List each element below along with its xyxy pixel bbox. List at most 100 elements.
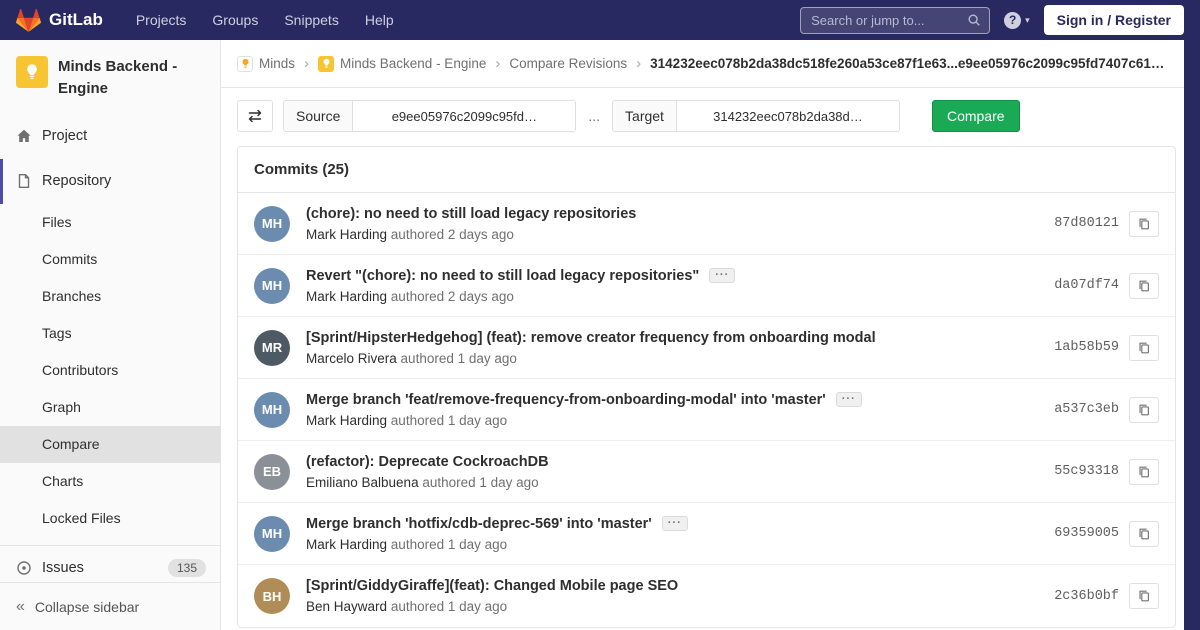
question-icon: ? bbox=[1004, 12, 1021, 29]
copy-sha-button[interactable] bbox=[1129, 521, 1159, 547]
compare-button[interactable]: Compare bbox=[932, 100, 1020, 132]
sign-in-register-button[interactable]: Sign in / Register bbox=[1044, 5, 1184, 35]
commit-row: MH Merge branch 'hotfix/cdb-deprec-569' … bbox=[238, 503, 1175, 565]
sidebar-item-branches[interactable]: Branches bbox=[0, 278, 220, 315]
sidebar-item-contributors[interactable]: Contributors bbox=[0, 352, 220, 389]
commit-author-avatar[interactable]: BH bbox=[254, 578, 290, 614]
source-ref-input[interactable] bbox=[353, 101, 575, 131]
commit-row: MH Revert "(chore): no need to still loa… bbox=[238, 255, 1175, 317]
commit-author-link[interactable]: Marcelo Rivera bbox=[306, 351, 397, 366]
expand-commit-button[interactable]: ··· bbox=[836, 392, 862, 407]
commit-title-link[interactable]: (chore): no need to still load legacy re… bbox=[306, 206, 636, 222]
commit-meta-text: authored 1 day ago bbox=[391, 599, 507, 614]
commit-author-avatar[interactable]: MH bbox=[254, 516, 290, 552]
commit-author-avatar[interactable]: MH bbox=[254, 206, 290, 242]
commit-info: (chore): no need to still load legacy re… bbox=[306, 206, 1038, 242]
clipboard-icon bbox=[1137, 589, 1151, 603]
commit-sha-link[interactable]: 69359005 bbox=[1054, 526, 1119, 541]
commit-title-link[interactable]: [Sprint/GiddyGiraffe](feat): Changed Mob… bbox=[306, 578, 678, 594]
help-dropdown[interactable]: ? ▾ bbox=[1004, 12, 1030, 29]
commit-author-link[interactable]: Mark Harding bbox=[306, 227, 387, 242]
sidebar-item-repository[interactable]: Repository bbox=[0, 159, 220, 204]
commit-sha-link[interactable]: 2c36b0bf bbox=[1054, 589, 1119, 604]
commit-author-avatar[interactable]: MH bbox=[254, 392, 290, 428]
commit-author-link[interactable]: Emiliano Balbuena bbox=[306, 475, 419, 490]
swap-revisions-button[interactable] bbox=[237, 100, 273, 132]
issues-count-badge: 135 bbox=[168, 559, 206, 577]
commits-header: Commits (25) bbox=[238, 147, 1175, 193]
sidebar-item-tags[interactable]: Tags bbox=[0, 315, 220, 352]
commit-sha-link[interactable]: a537c3eb bbox=[1054, 402, 1119, 417]
sidebar-item-label: Issues bbox=[42, 560, 84, 576]
commit-sha-group: 1ab58b59 bbox=[1054, 335, 1159, 361]
target-ref-group: Target bbox=[612, 100, 900, 132]
copy-sha-button[interactable] bbox=[1129, 397, 1159, 423]
project-title: Minds Backend - Engine bbox=[58, 56, 204, 100]
collapse-sidebar-button[interactable]: « Collapse sidebar bbox=[0, 582, 220, 630]
commit-author-link[interactable]: Mark Harding bbox=[306, 413, 387, 428]
gitlab-logo-text: GitLab bbox=[49, 10, 103, 30]
commit-title-link[interactable]: Merge branch 'feat/remove-frequency-from… bbox=[306, 392, 826, 408]
navbar-menu: Projects Groups Snippets Help bbox=[123, 0, 407, 40]
commit-author-link[interactable]: Ben Hayward bbox=[306, 599, 387, 614]
nav-item-help[interactable]: Help bbox=[352, 0, 407, 40]
copy-sha-button[interactable] bbox=[1129, 459, 1159, 485]
scrollbar-strip[interactable] bbox=[1184, 0, 1200, 630]
commit-sha-group: 2c36b0bf bbox=[1054, 583, 1159, 609]
copy-sha-button[interactable] bbox=[1129, 583, 1159, 609]
breadcrumb-link-minds[interactable]: Minds bbox=[237, 56, 295, 72]
project-avatar bbox=[16, 56, 48, 88]
commit-title-link[interactable]: Merge branch 'hotfix/cdb-deprec-569' int… bbox=[306, 516, 652, 532]
breadcrumb-label: Compare Revisions bbox=[509, 56, 627, 71]
commit-title-link[interactable]: Revert "(chore): no need to still load l… bbox=[306, 268, 699, 284]
nav-item-projects[interactable]: Projects bbox=[123, 0, 200, 40]
expand-commit-button[interactable]: ··· bbox=[709, 268, 735, 283]
sidebar-item-charts[interactable]: Charts bbox=[0, 463, 220, 500]
clipboard-icon bbox=[1137, 527, 1151, 541]
commit-sha-group: a537c3eb bbox=[1054, 397, 1159, 423]
search-input[interactable] bbox=[809, 12, 967, 29]
copy-sha-button[interactable] bbox=[1129, 273, 1159, 299]
sidebar-item-locked-files[interactable]: Locked Files bbox=[0, 500, 220, 537]
commit-info: [Sprint/GiddyGiraffe](feat): Changed Mob… bbox=[306, 578, 1038, 614]
commit-author-link[interactable]: Mark Harding bbox=[306, 537, 387, 552]
sidebar-item-compare[interactable]: Compare bbox=[0, 426, 220, 463]
commit-sha-group: 69359005 bbox=[1054, 521, 1159, 547]
avatar-initials: MH bbox=[262, 278, 282, 293]
breadcrumb-label: Minds bbox=[259, 56, 295, 71]
double-chevron-left-icon: « bbox=[16, 599, 25, 615]
expand-commit-button[interactable]: ··· bbox=[662, 516, 688, 531]
breadcrumb-link-project[interactable]: Minds Backend - Engine bbox=[318, 56, 486, 72]
breadcrumb-link-compare-revisions[interactable]: Compare Revisions bbox=[509, 56, 627, 71]
commit-author-avatar[interactable]: MR bbox=[254, 330, 290, 366]
sidebar-item-commits[interactable]: Commits bbox=[0, 241, 220, 278]
commit-sha-link[interactable]: 55c93318 bbox=[1054, 464, 1119, 479]
copy-sha-button[interactable] bbox=[1129, 211, 1159, 237]
commit-title-link[interactable]: (refactor): Deprecate CockroachDB bbox=[306, 454, 549, 470]
commit-sha-link[interactable]: 1ab58b59 bbox=[1054, 340, 1119, 355]
clipboard-icon bbox=[1137, 403, 1151, 417]
project-context-header[interactable]: Minds Backend - Engine bbox=[0, 40, 220, 114]
avatar-initials: MH bbox=[262, 526, 282, 541]
target-ref-input[interactable] bbox=[677, 101, 899, 131]
collapse-sidebar-label: Collapse sidebar bbox=[35, 599, 139, 615]
commit-row: MH (chore): no need to still load legacy… bbox=[238, 193, 1175, 255]
gitlab-logo[interactable]: GitLab bbox=[16, 8, 103, 33]
commit-sha-link[interactable]: da07df74 bbox=[1054, 278, 1119, 293]
sidebar-item-files[interactable]: Files bbox=[0, 204, 220, 241]
commit-title-link[interactable]: [Sprint/HipsterHedgehog] (feat): remove … bbox=[306, 330, 876, 346]
commit-author-avatar[interactable]: MH bbox=[254, 268, 290, 304]
commit-author-avatar[interactable]: EB bbox=[254, 454, 290, 490]
global-search[interactable] bbox=[800, 7, 990, 34]
commit-sha-link[interactable]: 87d80121 bbox=[1054, 216, 1119, 231]
compare-range-separator: ... bbox=[588, 108, 600, 124]
avatar-initials: MH bbox=[262, 402, 282, 417]
copy-sha-button[interactable] bbox=[1129, 335, 1159, 361]
commit-author-link[interactable]: Mark Harding bbox=[306, 289, 387, 304]
repository-submenu: Files Commits Branches Tags Contributors… bbox=[0, 204, 220, 537]
sidebar-item-project[interactable]: Project bbox=[0, 114, 220, 159]
commits-panel: Commits (25) MH (chore): no need to stil… bbox=[237, 146, 1176, 628]
nav-item-groups[interactable]: Groups bbox=[199, 0, 271, 40]
nav-item-snippets[interactable]: Snippets bbox=[271, 0, 351, 40]
sidebar-item-graph[interactable]: Graph bbox=[0, 389, 220, 426]
